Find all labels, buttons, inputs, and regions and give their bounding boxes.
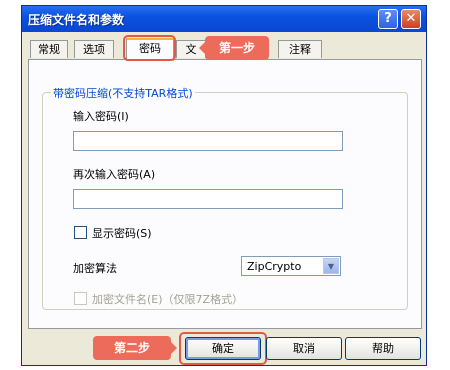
step1-text: 第一步 [218, 41, 255, 55]
step2-text: 第二步 [113, 341, 150, 355]
show-password-label: 显示密码(S) [92, 227, 152, 240]
algorithm-select[interactable]: ZipCrypto ▼ [241, 256, 341, 276]
password-groupbox: 带密码压缩(不支持TAR格式) 输入密码(I) 再次输入密码(A) 显示密码(S… [42, 85, 408, 310]
window-title: 压缩文件名和参数 [28, 13, 125, 27]
confirm-password-field[interactable] [73, 189, 343, 209]
password-field[interactable] [73, 131, 343, 151]
callout-arrow-icon [199, 42, 205, 54]
group-title: 带密码压缩(不支持TAR格式) [51, 85, 195, 101]
algorithm-label: 加密算法 [73, 262, 117, 275]
help-button[interactable]: 帮助 [345, 337, 421, 360]
help-icon[interactable]: ? [378, 9, 398, 29]
confirm-password-label: 再次输入密码(A) [73, 168, 156, 181]
step2-callout: 第二步 [93, 336, 177, 360]
ok-button[interactable]: 确定 [185, 337, 261, 360]
chevron-down-icon[interactable]: ▼ [323, 258, 339, 274]
cancel-button[interactable]: 取消 [266, 337, 342, 360]
algorithm-value: ZipCrypto [247, 260, 302, 273]
encrypt-names-checkbox[interactable] [74, 292, 87, 305]
encrypt-names-label: 加密文件名(E)（仅限7Z格式） [92, 293, 244, 306]
show-password-checkbox[interactable] [74, 226, 87, 239]
tab-comment[interactable]: 注释 [278, 40, 322, 58]
tab-general[interactable]: 常规 [30, 40, 68, 58]
tab-options[interactable]: 选项 [74, 40, 114, 58]
step1-callout: 第一步 [199, 36, 269, 60]
tab-panel: 带密码压缩(不支持TAR格式) 输入密码(I) 再次输入密码(A) 显示密码(S… [28, 59, 422, 329]
title-bar: 压缩文件名和参数 ? ✕ [22, 6, 426, 32]
tab-password[interactable]: 密码 [126, 38, 174, 61]
password-label: 输入密码(I) [73, 110, 129, 123]
callout-arrow-icon [171, 342, 177, 354]
close-icon[interactable]: ✕ [401, 9, 421, 29]
